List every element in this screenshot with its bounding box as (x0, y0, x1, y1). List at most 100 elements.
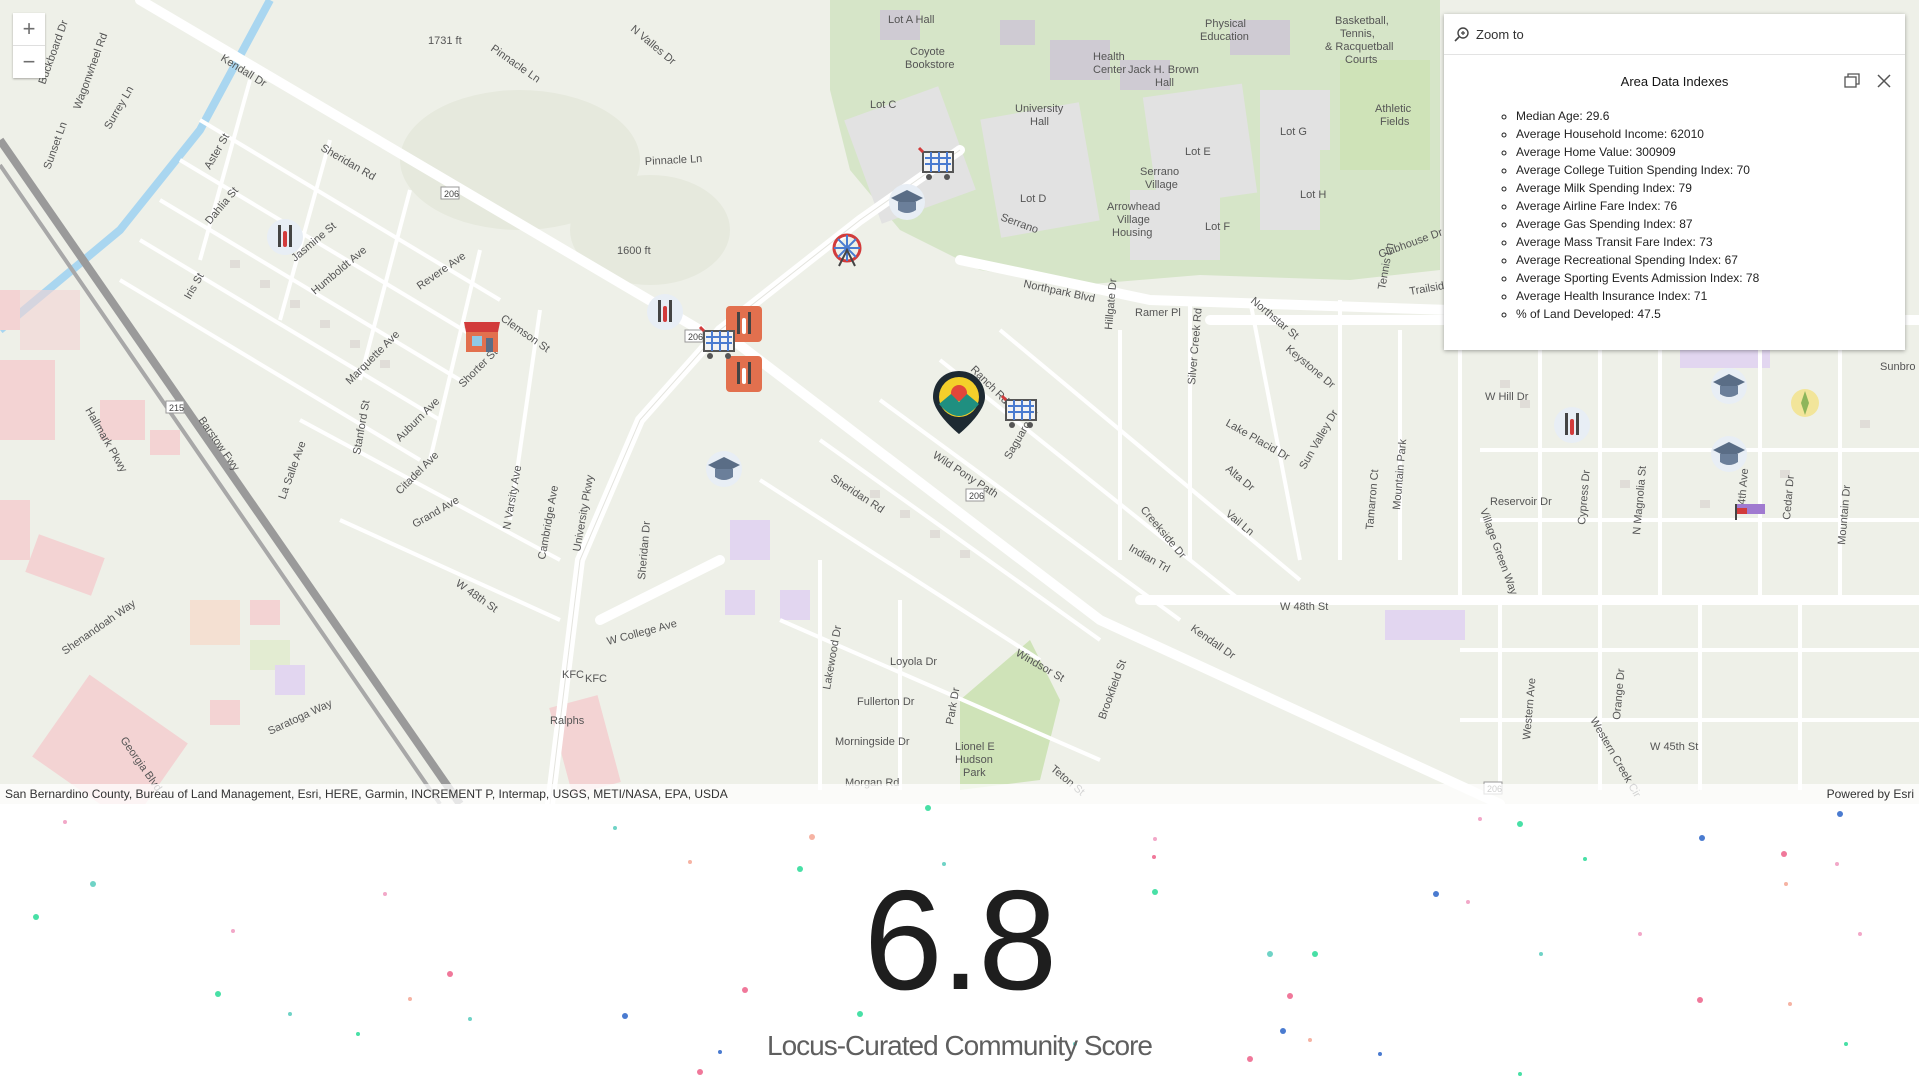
svg-text:206: 206 (969, 491, 984, 501)
svg-text:W 45th St: W 45th St (1650, 741, 1698, 753)
svg-text:Village: Village (1145, 179, 1178, 191)
svg-text:N Valles Dr: N Valles Dr (628, 23, 678, 68)
svg-text:Hall: Hall (1155, 77, 1174, 89)
svg-text:Western Ave: Western Ave (1521, 677, 1538, 740)
grocery-cart-icon[interactable] (1000, 390, 1044, 434)
svg-text:Grand Ave: Grand Ave (411, 494, 462, 530)
svg-text:Vail Ln: Vail Ln (1223, 508, 1256, 538)
svg-text:Hall: Hall (1030, 116, 1049, 128)
svg-text:Tennis,: Tennis, (1340, 28, 1375, 40)
svg-text:Wagonwheel Rd: Wagonwheel Rd (72, 31, 111, 111)
restaurant-icon[interactable] (643, 290, 687, 334)
svg-text:Brookfield St: Brookfield St (1097, 658, 1130, 721)
score-section: 6.8 Locus-Curated Community Score (0, 804, 1919, 1081)
shop-icon[interactable] (460, 314, 504, 358)
list-item: Average Gas Spending Index: 87 (1516, 215, 1905, 233)
svg-text:Surrey Ln: Surrey Ln (102, 84, 136, 131)
list-item: Average Airline Fare Index: 76 (1516, 197, 1905, 215)
svg-text:Kendall Dr: Kendall Dr (1188, 623, 1237, 662)
school-icon[interactable] (702, 447, 746, 491)
list-item: Average Home Value: 300909 (1516, 143, 1905, 161)
svg-text:Coyote: Coyote (910, 46, 945, 58)
svg-text:Education: Education (1200, 31, 1249, 43)
svg-text:Shenandoah Way: Shenandoah Way (60, 597, 139, 657)
svg-text:La Salle Ave: La Salle Ave (277, 440, 309, 501)
svg-text:W 48th St: W 48th St (1280, 601, 1328, 613)
school-icon[interactable] (1707, 364, 1751, 408)
svg-text:Lionel E: Lionel E (955, 741, 995, 753)
svg-text:Cambridge Ave: Cambridge Ave (536, 485, 561, 561)
svg-text:Loyola Dr: Loyola Dr (890, 656, 937, 668)
svg-text:Iris St: Iris St (182, 271, 206, 301)
map-attribution-bar: San Bernardino County, Bureau of Land Ma… (0, 784, 1919, 804)
svg-text:Village: Village (1117, 214, 1150, 226)
svg-text:Lot A Hall: Lot A Hall (888, 14, 934, 26)
svg-text:Sunset Ln: Sunset Ln (42, 120, 70, 171)
zoom-control: + − (13, 13, 45, 78)
close-icon[interactable] (1875, 72, 1893, 90)
area-data-popup: Zoom to Area Data Indexes Median Age: 29… (1444, 14, 1905, 350)
svg-text:Lake Placid Dr: Lake Placid Dr (1224, 417, 1292, 463)
svg-text:Hudson: Hudson (955, 754, 993, 766)
svg-text:Lot E: Lot E (1185, 146, 1211, 158)
ferris-wheel-icon[interactable] (825, 228, 869, 272)
list-item: Average College Tuition Spending Index: … (1516, 161, 1905, 179)
svg-text:Lakewood Dr: Lakewood Dr (821, 624, 844, 690)
map-attribution: San Bernardino County, Bureau of Land Ma… (5, 787, 728, 801)
grocery-cart-icon[interactable] (698, 321, 742, 365)
svg-text:215: 215 (169, 403, 184, 413)
svg-text:Physical: Physical (1205, 18, 1246, 30)
svg-text:Clemson St: Clemson St (498, 313, 551, 355)
school-icon[interactable] (885, 180, 929, 224)
zoom-out-button[interactable]: − (13, 45, 45, 78)
list-item: Average Health Insurance Index: 71 (1516, 287, 1905, 305)
list-item: Average Sporting Events Admission Index:… (1516, 269, 1905, 287)
svg-text:Barstow Fwy: Barstow Fwy (196, 415, 242, 474)
svg-text:Center: Center (1093, 64, 1126, 76)
svg-text:W College Ave: W College Ave (606, 618, 679, 648)
park-icon[interactable] (1783, 381, 1827, 425)
svg-text:Saratoga Way: Saratoga Way (266, 697, 334, 737)
svg-text:Indian Trl: Indian Trl (1127, 542, 1172, 575)
svg-text:N Varsity Ave: N Varsity Ave (501, 464, 524, 530)
svg-text:Sunbro: Sunbro (1880, 361, 1915, 373)
school-icon[interactable] (1707, 432, 1751, 476)
restaurant-icon[interactable] (263, 215, 307, 259)
svg-text:Arrowhead: Arrowhead (1107, 201, 1160, 213)
zoom-to-icon (1454, 27, 1469, 42)
zoom-in-button[interactable]: + (13, 13, 45, 45)
svg-text:W Hill Dr: W Hill Dr (1485, 391, 1529, 403)
svg-text:Serrano: Serrano (1140, 166, 1179, 178)
location-pin-icon[interactable] (929, 368, 989, 438)
svg-text:KFC: KFC (562, 669, 584, 681)
svg-text:N Magnolia St: N Magnolia St (1631, 465, 1649, 535)
restaurant-icon[interactable] (1550, 403, 1594, 447)
community-score-label: Locus-Curated Community Score (767, 1030, 1153, 1061)
svg-text:Keystone Dr: Keystone Dr (1283, 343, 1337, 391)
svg-text:Bookstore: Bookstore (905, 59, 955, 71)
svg-text:Lot G: Lot G (1280, 126, 1307, 138)
svg-text:Morningside Dr: Morningside Dr (835, 736, 910, 748)
map[interactable]: Kendall Dr Pinnacle Ln N Valles Dr Pinna… (0, 0, 1919, 804)
svg-text:Health: Health (1093, 51, 1125, 63)
svg-text:Fields: Fields (1380, 116, 1410, 128)
popup-data-list: Median Age: 29.6 Average Household Incom… (1444, 107, 1905, 323)
zoom-to-label: Zoom to (1476, 26, 1524, 42)
svg-text:1600 ft: 1600 ft (617, 245, 651, 257)
flag-icon[interactable] (1727, 490, 1771, 534)
powered-by-esri[interactable]: Powered by Esri (1827, 787, 1914, 801)
svg-text:KFC: KFC (585, 673, 607, 685)
svg-text:Basketball,: Basketball, (1335, 15, 1389, 27)
svg-text:Lot H: Lot H (1300, 189, 1326, 201)
svg-text:Courts: Courts (1345, 54, 1378, 66)
svg-text:Lot F: Lot F (1205, 221, 1230, 233)
list-item: Average Mass Transit Fare Index: 73 (1516, 233, 1905, 251)
dock-icon[interactable] (1843, 72, 1861, 90)
svg-text:Pinnacle Ln: Pinnacle Ln (488, 43, 542, 86)
svg-text:Sheridan Rd: Sheridan Rd (319, 142, 378, 183)
zoom-to-action[interactable]: Zoom to (1444, 14, 1905, 55)
popup-title: Area Data Indexes (1620, 73, 1729, 89)
svg-text:Fullerton Dr: Fullerton Dr (857, 696, 915, 708)
list-item: % of Land Developed: 47.5 (1516, 305, 1905, 323)
svg-text:Pinnacle Ln: Pinnacle Ln (645, 153, 703, 168)
